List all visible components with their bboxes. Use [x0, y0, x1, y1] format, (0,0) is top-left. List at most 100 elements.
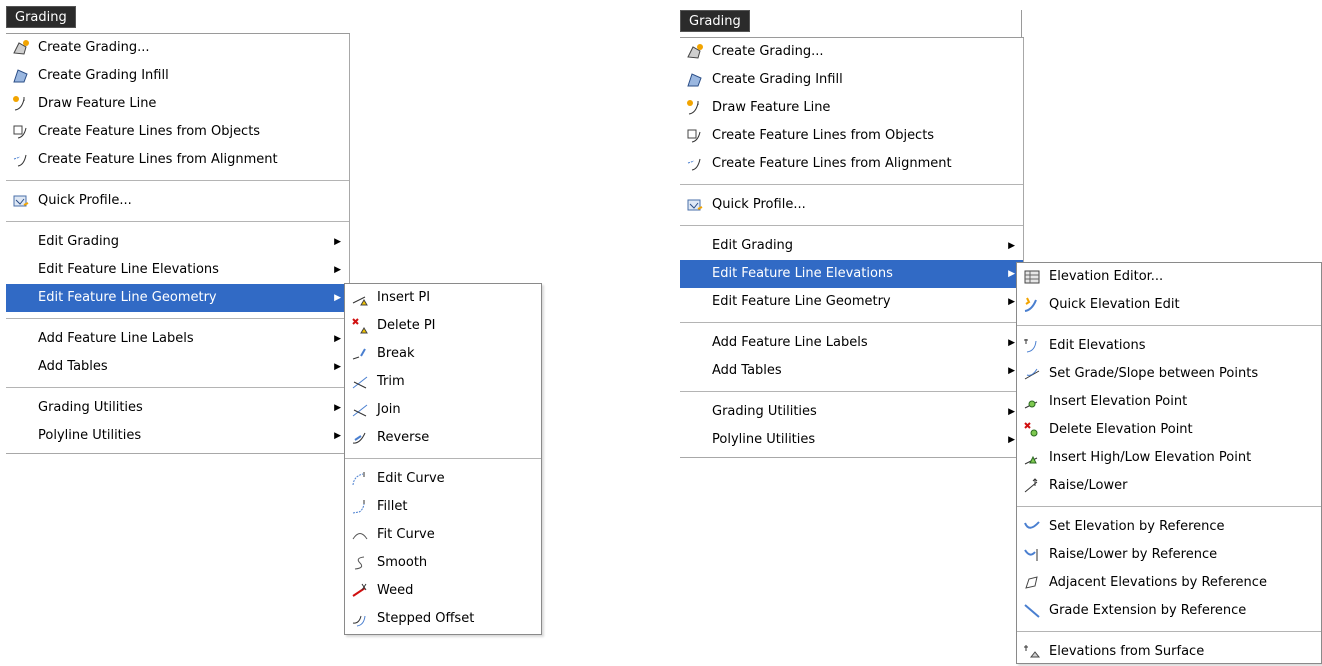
submenu-arrow-icon: ▶ [1008, 407, 1015, 417]
insert-elevation-point-icon [1024, 400, 1038, 409]
submenu-item-weed[interactable]: Weed [345, 577, 541, 605]
menu-item-edit-feature-line-geometry[interactable]: Edit Feature Line Geometry ▶ [680, 288, 1023, 316]
submenu-item-label: Stepped Offset [377, 611, 475, 626]
grading-menu-button-right[interactable]: Grading [680, 10, 750, 32]
feature-lines-objects-icon [687, 129, 701, 143]
edit-elevations-icon [1024, 339, 1037, 353]
menu-item-draw-feature-line[interactable]: Draw Feature Line [6, 90, 349, 118]
submenu-item-elevation-editor[interactable]: Elevation Editor... [1017, 263, 1321, 291]
menu-item-label: Draw Feature Line [712, 100, 831, 115]
break-icon [352, 348, 366, 360]
submenu-arrow-icon: ▶ [1008, 241, 1015, 251]
submenu-item-insert-elevation-point[interactable]: Insert Elevation Point [1017, 388, 1321, 416]
submenu-item-reverse[interactable]: Reverse [345, 424, 541, 452]
draw-feature-line-icon [687, 100, 699, 115]
submenu-item-delete-pi[interactable]: Delete PI [345, 312, 541, 340]
submenu-item-raise-lower-reference[interactable]: Raise/Lower by Reference [1017, 541, 1321, 569]
submenu-item-trim[interactable]: Trim [345, 368, 541, 396]
menu-item-polyline-utilities[interactable]: Polyline Utilities ▶ [6, 422, 349, 450]
submenu-item-elevations-surface[interactable]: Elevations from Surface [1017, 638, 1321, 666]
menu-item-edit-feature-line-geometry[interactable]: Edit Feature Line Geometry ▶ [6, 284, 349, 312]
submenu-item-label: Delete PI [377, 318, 436, 333]
menu-item-label: Polyline Utilities [712, 432, 816, 447]
submenu-item-insert-pi[interactable]: Insert PI [345, 284, 541, 312]
menu-item-create-grading[interactable]: Create Grading... [6, 34, 349, 62]
submenu-item-fit-curve[interactable]: Fit Curve [345, 521, 541, 549]
submenu-item-fillet[interactable]: Fillet [345, 493, 541, 521]
menu-item-edit-feature-line-elevations[interactable]: Edit Feature Line Elevations ▶ [6, 256, 349, 284]
join-icon [352, 404, 368, 417]
submenu-item-stepped-offset[interactable]: Stepped Offset [345, 605, 541, 633]
geometry-submenu: Insert PI Delete PI Break Trim Join Reve… [344, 283, 542, 635]
submenu-item-label: Fit Curve [377, 527, 435, 542]
raise-lower-reference-icon [1024, 549, 1038, 561]
submenu-item-edit-elevations[interactable]: Edit Elevations [1017, 332, 1321, 360]
menu-item-add-tables[interactable]: Add Tables ▶ [680, 357, 1023, 385]
submenu-item-set-grade-slope[interactable]: Set Grade/Slope between Points [1017, 360, 1321, 388]
menu-item-grading-utilities[interactable]: Grading Utilities ▶ [6, 394, 349, 422]
submenu-item-grade-extension[interactable]: Grade Extension by Reference [1017, 597, 1321, 625]
quick-elevation-edit-icon [1024, 297, 1037, 312]
menu-item-add-feature-line-labels[interactable]: Add Feature Line Labels ▶ [680, 329, 1023, 357]
menu-item-draw-feature-line[interactable]: Draw Feature Line [680, 94, 1023, 122]
submenu-item-label: Insert PI [377, 290, 431, 305]
elevations-surface-icon [1024, 645, 1041, 658]
submenu-item-break[interactable]: Break [345, 340, 541, 368]
feature-lines-alignment-icon [13, 154, 27, 167]
menu-item-polyline-utilities[interactable]: Polyline Utilities ▶ [680, 426, 1023, 454]
menu-item-quick-profile[interactable]: Quick Profile... [680, 191, 1023, 219]
submenu-item-delete-elevation-point[interactable]: Delete Elevation Point [1017, 416, 1321, 444]
menu-item-label: Edit Feature Line Geometry [712, 294, 891, 309]
menu-item-add-tables[interactable]: Add Tables ▶ [6, 353, 349, 381]
submenu-item-label: Adjacent Elevations by Reference [1049, 575, 1267, 590]
menu-item-edit-feature-line-elevations[interactable]: Edit Feature Line Elevations ▶ [680, 260, 1023, 288]
menu-item-label: Create Feature Lines from Alignment [712, 156, 952, 171]
submenu-item-label: Set Grade/Slope between Points [1049, 366, 1259, 381]
menu-item-label: Create Grading Infill [712, 72, 843, 87]
submenu-item-label: Edit Elevations [1049, 338, 1146, 353]
submenu-item-insert-high-low[interactable]: Insert High/Low Elevation Point [1017, 444, 1321, 472]
submenu-item-label: Raise/Lower [1049, 478, 1128, 493]
menu-item-add-feature-line-labels[interactable]: Add Feature Line Labels ▶ [6, 325, 349, 353]
submenu-item-smooth[interactable]: Smooth [345, 549, 541, 577]
menu-item-edit-grading[interactable]: Edit Grading ▶ [680, 232, 1023, 260]
menu-item-create-grading-infill[interactable]: Create Grading Infill [680, 66, 1023, 94]
submenu-arrow-icon: ▶ [1008, 338, 1015, 348]
menu-item-label: Create Feature Lines from Objects [38, 124, 261, 139]
submenu-item-quick-elevation-edit[interactable]: Quick Elevation Edit [1017, 291, 1321, 319]
menu-item-edit-grading[interactable]: Edit Grading ▶ [6, 228, 349, 256]
menu-item-feature-lines-alignment[interactable]: Create Feature Lines from Alignment [680, 150, 1023, 178]
submenu-arrow-icon: ▶ [334, 237, 341, 247]
quick-profile-icon [687, 199, 703, 211]
menu-item-grading-utilities[interactable]: Grading Utilities ▶ [680, 398, 1023, 426]
menu-item-feature-lines-objects[interactable]: Create Feature Lines from Objects [680, 122, 1023, 150]
grading-menu-title: Grading [689, 14, 741, 29]
draw-feature-line-icon [13, 96, 25, 111]
submenu-item-label: Reverse [377, 430, 430, 445]
submenu-item-adjacent-elevations[interactable]: Adjacent Elevations by Reference [1017, 569, 1321, 597]
submenu-item-label: Delete Elevation Point [1049, 422, 1193, 437]
fillet-icon [352, 500, 365, 514]
feature-lines-objects-icon [13, 125, 27, 139]
menu-item-create-grading[interactable]: Create Grading... [680, 38, 1023, 66]
grading-infill-icon [13, 69, 28, 83]
menu-item-label: Polyline Utilities [38, 428, 142, 443]
menu-item-create-grading-infill[interactable]: Create Grading Infill [6, 62, 349, 90]
submenu-item-edit-curve[interactable]: Edit Curve [345, 465, 541, 493]
grading-menu-button-left[interactable]: Grading [6, 6, 76, 28]
submenu-item-label: Quick Elevation Edit [1049, 297, 1180, 312]
menu-item-label: Quick Profile... [712, 197, 806, 212]
submenu-item-label: Edit Curve [377, 471, 445, 486]
menu-item-feature-lines-objects[interactable]: Create Feature Lines from Objects [6, 118, 349, 146]
submenu-arrow-icon: ▶ [1008, 297, 1015, 307]
menu-item-label: Edit Feature Line Elevations [712, 266, 893, 281]
menu-item-quick-profile[interactable]: Quick Profile... [6, 187, 349, 215]
menu-item-feature-lines-alignment[interactable]: Create Feature Lines from Alignment [6, 146, 349, 174]
menu-item-label: Edit Feature Line Geometry [38, 290, 217, 305]
submenu-item-set-elevation-reference[interactable]: Set Elevation by Reference [1017, 513, 1321, 541]
submenu-item-label: Elevation Editor... [1049, 269, 1164, 284]
menu-item-label: Add Tables [38, 359, 108, 374]
submenu-item-raise-lower[interactable]: Raise/Lower [1017, 472, 1321, 500]
quick-profile-icon [13, 195, 29, 207]
submenu-item-join[interactable]: Join [345, 396, 541, 424]
